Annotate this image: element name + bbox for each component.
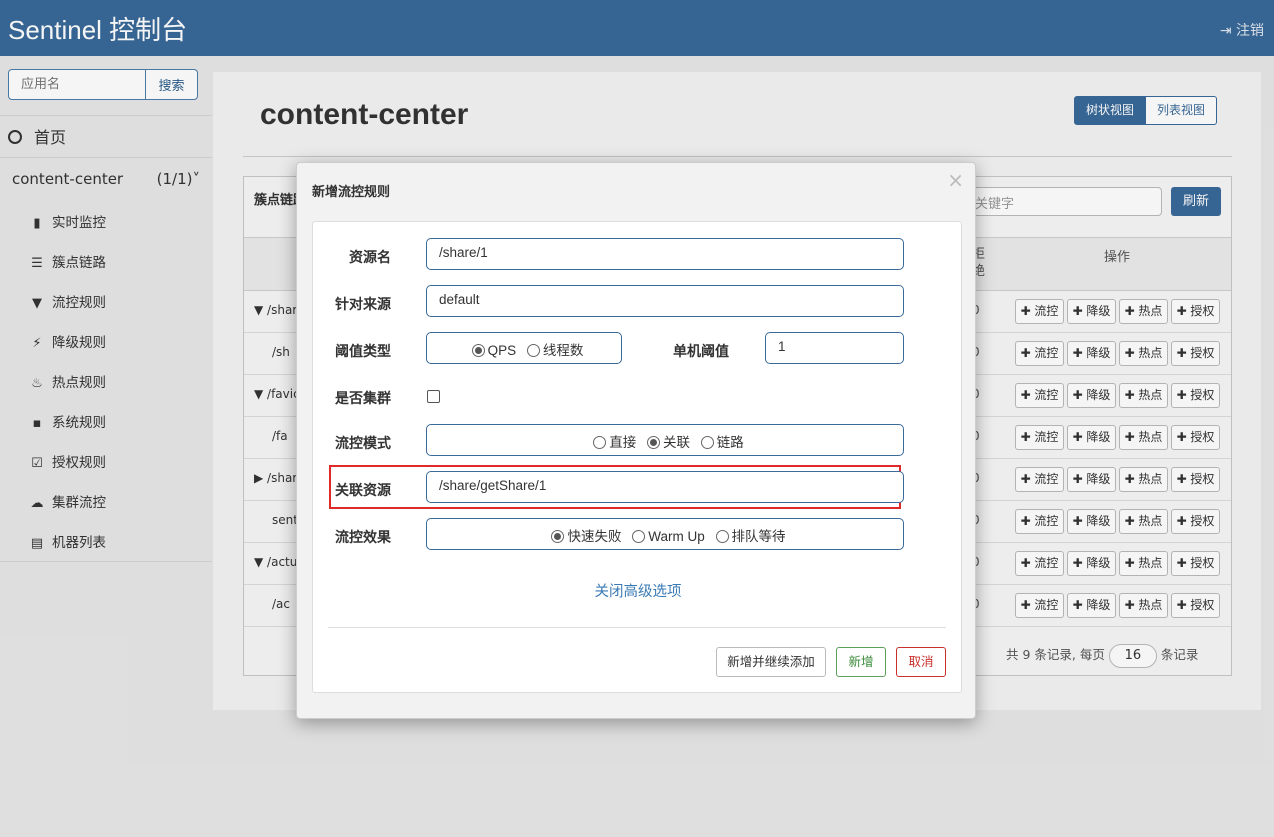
origin-field[interactable]: default <box>426 285 904 317</box>
add-button[interactable]: 新增 <box>836 647 886 677</box>
effect-fast-radio[interactable] <box>551 530 565 543</box>
effect-radio-group: 快速失败 Warm Up 排队等待 <box>426 518 904 550</box>
effect-label: 流控效果 <box>335 530 391 546</box>
grade-thread-radio[interactable] <box>526 344 540 357</box>
close-icon[interactable]: × <box>947 168 964 192</box>
strategy-chain-radio[interactable] <box>700 436 714 449</box>
grade-radio-group: QPS 线程数 <box>426 332 622 364</box>
strategy-label: 流控模式 <box>335 436 391 452</box>
strategy-direct-radio[interactable] <box>593 436 607 449</box>
resource-label: 资源名 <box>349 250 391 266</box>
ref-resource-field[interactable]: /share/getShare/1 <box>426 471 904 503</box>
resource-field[interactable]: /share/1 <box>426 238 904 270</box>
divider <box>328 627 946 628</box>
count-label: 单机阈值 <box>673 344 729 360</box>
strategy-relate-radio[interactable] <box>647 436 660 449</box>
origin-label: 针对来源 <box>335 297 391 313</box>
cluster-checkbox[interactable] <box>427 390 440 403</box>
effect-queue-radio[interactable] <box>715 530 729 543</box>
grade-label: 阈值类型 <box>335 344 391 360</box>
add-and-continue-button[interactable]: 新增并继续添加 <box>716 647 826 677</box>
grade-qps-radio[interactable] <box>471 344 485 357</box>
dialog-title: 新增流控规则 <box>312 185 391 200</box>
count-field[interactable]: 1 <box>765 332 904 364</box>
strategy-radio-group: 直接 关联 链路 <box>426 424 904 456</box>
effect-warmup-radio[interactable] <box>632 530 646 543</box>
add-flow-rule-dialog: 新增流控规则 × 资源名 /share/1 针对来源 default 阈值类型 … <box>296 162 976 719</box>
ref-resource-label: 关联资源 <box>335 483 391 499</box>
cluster-label: 是否集群 <box>335 391 391 407</box>
rule-form: 资源名 /share/1 针对来源 default 阈值类型 QPS 线程数 单… <box>312 221 962 693</box>
cancel-button[interactable]: 取消 <box>896 647 946 677</box>
advanced-options-toggle[interactable]: 关闭高级选项 <box>313 580 963 601</box>
